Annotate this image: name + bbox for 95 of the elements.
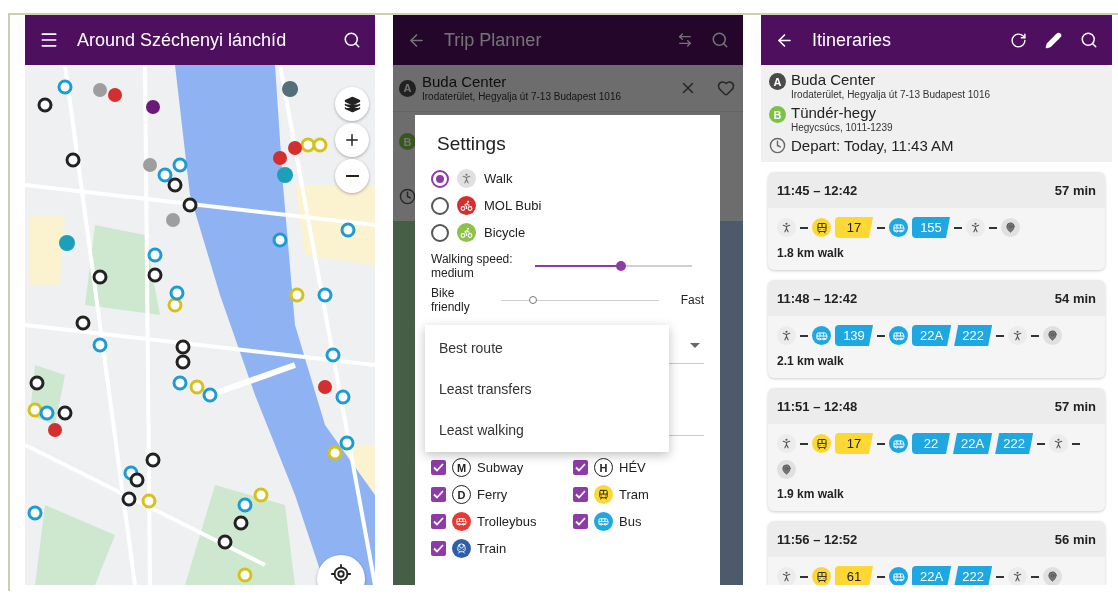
route-number: 22A bbox=[912, 325, 952, 346]
itinerary-card[interactable]: 11:56 – 12:52 56 min 61 22A 222 bbox=[768, 521, 1105, 585]
origin-marker: A bbox=[399, 79, 416, 97]
transit-label: HÉV bbox=[619, 460, 646, 475]
refresh-icon[interactable] bbox=[1010, 31, 1027, 49]
walker-icon bbox=[777, 326, 796, 345]
destination-name: Tündér-hegy bbox=[791, 104, 878, 121]
heart-icon[interactable] bbox=[717, 79, 735, 97]
route-number: 139 bbox=[835, 325, 873, 346]
screen-title: Trip Planner bbox=[444, 29, 543, 51]
origin-name: Buda Center bbox=[791, 71, 877, 88]
mode-label: Walk bbox=[484, 171, 513, 186]
duration: 54 min bbox=[1054, 290, 1096, 306]
route-number: 222 bbox=[954, 566, 993, 585]
itinerary-card[interactable]: 11:45 – 12:42 57 min 17 155 1.8 km walk bbox=[768, 172, 1105, 270]
destination-address: Hegycsúcs, 1011-1239 bbox=[791, 121, 894, 134]
pin-icon bbox=[1043, 326, 1063, 345]
clock-icon bbox=[769, 137, 786, 154]
checkbox[interactable] bbox=[573, 514, 588, 529]
walk-distance: 2.1 km walk bbox=[776, 353, 845, 370]
checkbox[interactable] bbox=[431, 487, 446, 502]
transit-label: Train bbox=[477, 541, 507, 556]
transit-label: Tram bbox=[619, 487, 649, 502]
walker-icon bbox=[777, 434, 796, 453]
pin-icon bbox=[1043, 567, 1063, 585]
checkbox[interactable] bbox=[431, 514, 446, 529]
walk-distance: 1.9 km walk bbox=[776, 486, 845, 503]
duration: 57 min bbox=[1054, 182, 1096, 198]
route-number: 22A bbox=[953, 433, 993, 454]
transit-label: Bus bbox=[619, 514, 642, 529]
origin-name[interactable]: Buda Center bbox=[422, 73, 673, 90]
walker-icon bbox=[966, 218, 985, 237]
clock-icon bbox=[399, 187, 416, 205]
pin-icon bbox=[1001, 218, 1020, 237]
itinerary-card[interactable]: 11:51 – 12:48 57 min 17 22 22A 222 1.9 km walk bbox=[768, 388, 1105, 511]
route-number: 222 bbox=[954, 325, 993, 346]
departure-time[interactable]: Depart: Today, 11:43 AM bbox=[791, 137, 954, 154]
walker-icon bbox=[777, 218, 796, 237]
itinerary-card[interactable]: 11:48 – 12:42 54 min 139 22A 222 2.1 km walk bbox=[768, 280, 1105, 378]
search-icon[interactable] bbox=[1080, 31, 1098, 49]
route-number: 155 bbox=[912, 217, 950, 238]
screen-title: Itineraries bbox=[812, 29, 893, 51]
slider-thumb[interactable] bbox=[616, 261, 627, 271]
slider-end-label: Fast bbox=[680, 293, 704, 307]
pin-icon bbox=[777, 460, 796, 479]
route-number: 17 bbox=[835, 433, 873, 454]
menu-item[interactable]: Best route bbox=[425, 327, 669, 368]
route-number: 17 bbox=[835, 217, 873, 238]
walk-distance: 1.8 km walk bbox=[776, 245, 845, 262]
duration: 57 min bbox=[1054, 398, 1096, 414]
time-range: 11:51 – 12:48 bbox=[777, 398, 858, 414]
checkbox[interactable] bbox=[573, 460, 588, 475]
route-number: 22 bbox=[912, 433, 950, 454]
origin-marker: A bbox=[769, 73, 786, 90]
checkbox[interactable] bbox=[431, 541, 446, 556]
destination-marker: B bbox=[769, 106, 786, 123]
walker-icon bbox=[777, 567, 796, 585]
menu-item[interactable]: Least transfers bbox=[425, 368, 669, 409]
walker-icon bbox=[1008, 567, 1028, 585]
plus-icon bbox=[343, 131, 361, 149]
radio-button[interactable] bbox=[431, 196, 449, 215]
caret-icon bbox=[690, 343, 700, 348]
walker-icon bbox=[1049, 434, 1069, 453]
radio-button[interactable] bbox=[431, 223, 449, 242]
slider-thumb[interactable] bbox=[528, 296, 537, 304]
time-range: 11:56 – 12:52 bbox=[777, 531, 858, 547]
duration: 56 min bbox=[1054, 531, 1096, 547]
menu-item[interactable]: Least walking bbox=[425, 409, 669, 450]
layers-icon bbox=[343, 95, 361, 113]
walker-icon bbox=[1008, 326, 1028, 345]
checkbox[interactable] bbox=[431, 460, 446, 475]
dialog-title: Settings bbox=[437, 133, 507, 155]
menu-icon[interactable] bbox=[39, 30, 59, 50]
mode-label: Bicycle bbox=[484, 225, 526, 240]
time-range: 11:45 – 12:42 bbox=[777, 182, 858, 198]
radio-button[interactable] bbox=[431, 169, 449, 188]
origin-address: Irodaterület, Hegyalja út 7-13 Budapest 1016 bbox=[422, 90, 623, 103]
screen-title: Around Széchenyi lánchíd bbox=[77, 29, 288, 51]
slider-label: Bike friendly bbox=[431, 286, 471, 314]
checkbox[interactable] bbox=[573, 487, 588, 502]
transit-label: Subway bbox=[477, 460, 524, 475]
minus-icon bbox=[345, 175, 359, 177]
transit-label: Trolleybus bbox=[477, 514, 537, 529]
route-number: 22A bbox=[912, 566, 952, 585]
slider-label: Walking speed: medium bbox=[431, 252, 514, 280]
search-icon[interactable] bbox=[343, 31, 361, 49]
route-number: 61 bbox=[835, 566, 873, 585]
route-number: 222 bbox=[995, 433, 1034, 454]
transit-label: Ferry bbox=[477, 487, 508, 502]
pencil-icon[interactable] bbox=[1045, 31, 1062, 49]
locate-icon bbox=[330, 563, 352, 585]
origin-address: Irodaterület, Hegyalja út 7-13 Budapest 1016 bbox=[791, 88, 992, 101]
swap-icon[interactable] bbox=[677, 32, 693, 48]
time-range: 11:48 – 12:42 bbox=[777, 290, 858, 306]
mode-label: MOL Bubi bbox=[484, 198, 542, 213]
